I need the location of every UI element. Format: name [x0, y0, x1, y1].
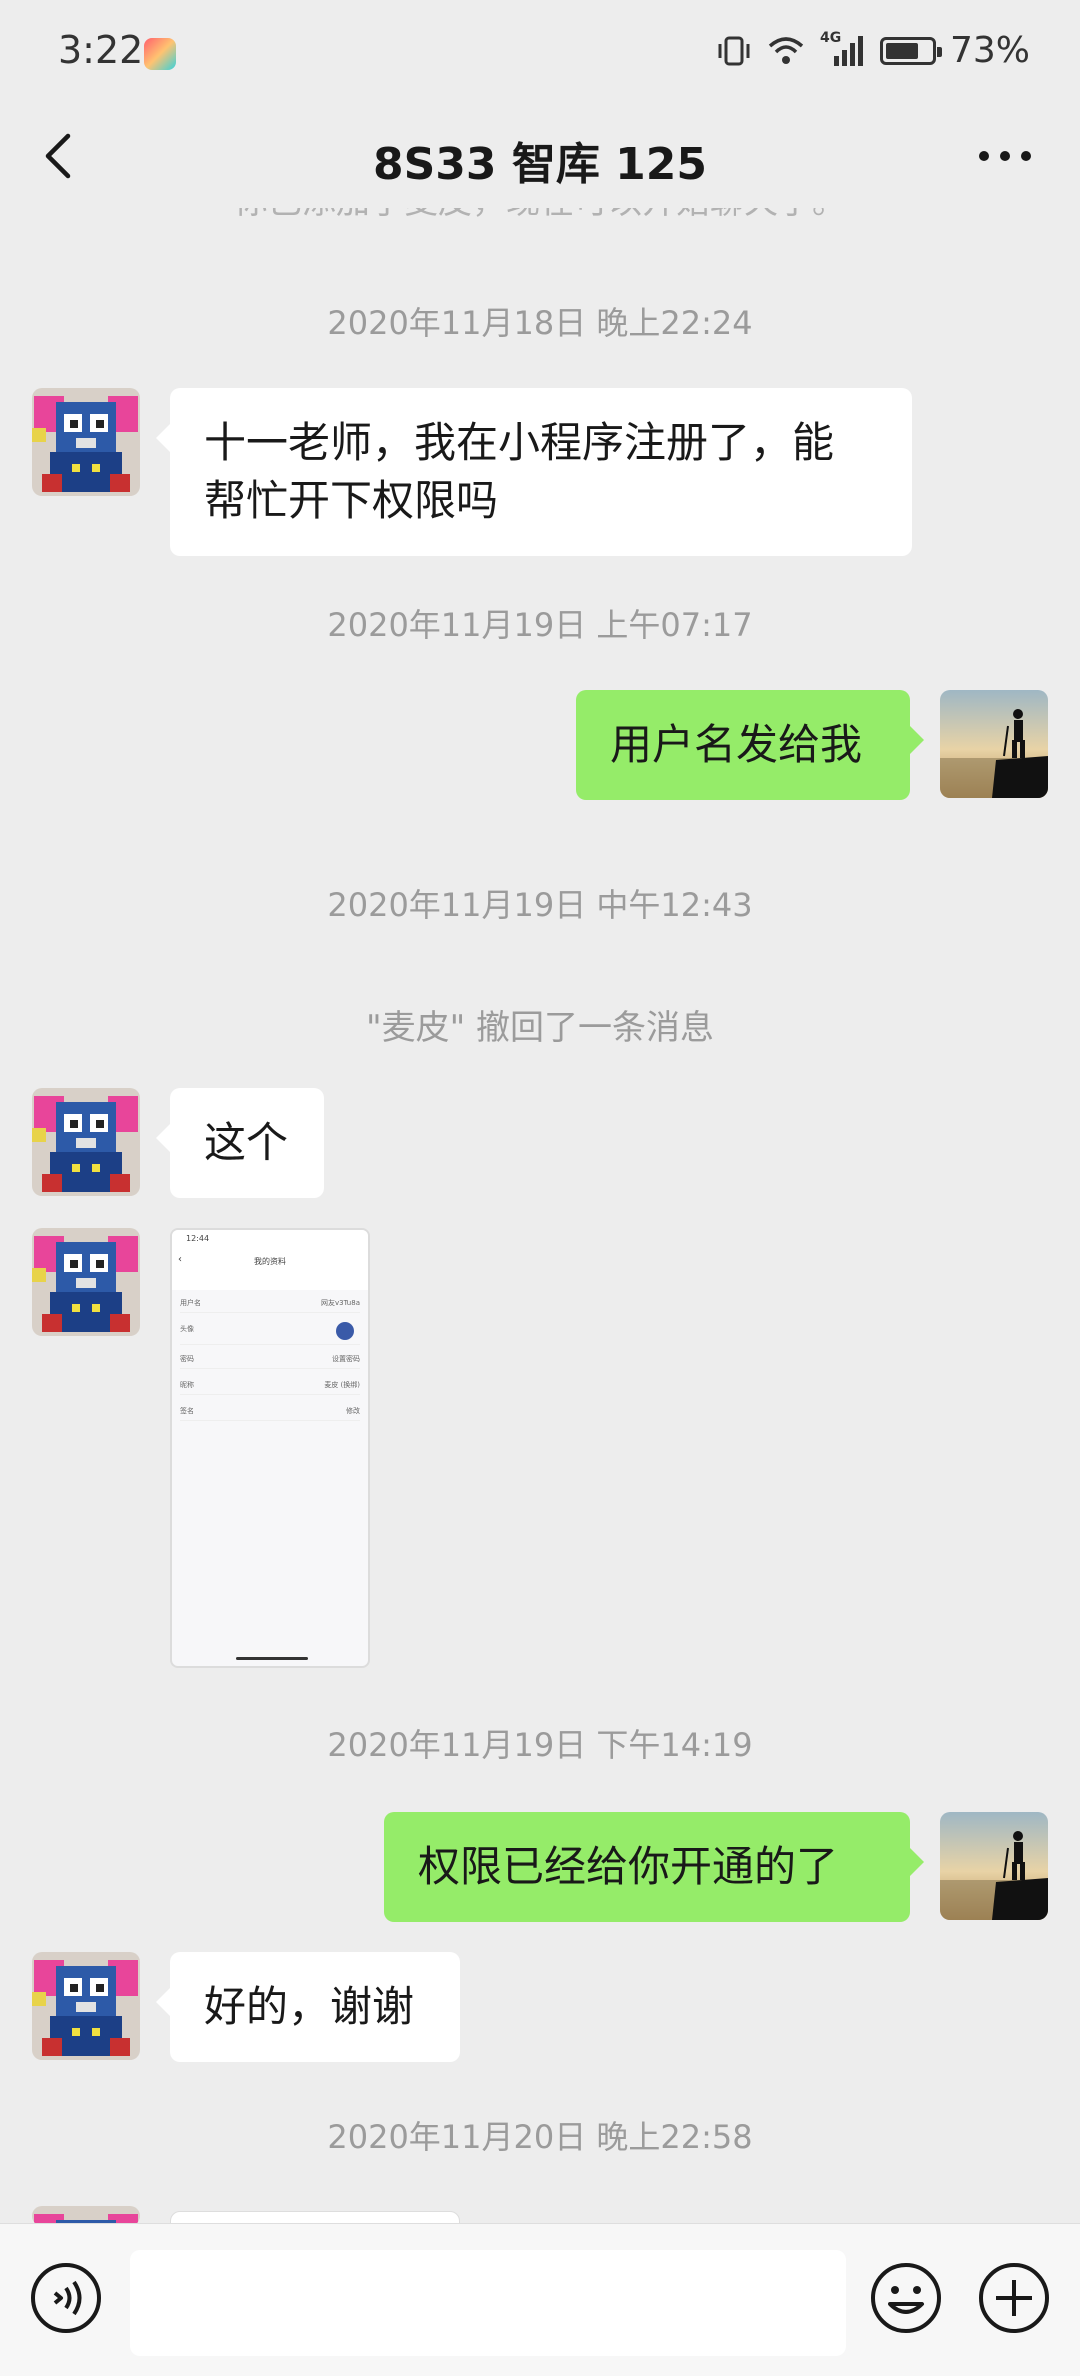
- message-text: 这个: [204, 1118, 289, 1167]
- robot-mouse-avatar-icon: [32, 2206, 140, 2223]
- message-input[interactable]: [130, 2250, 846, 2356]
- row-value: 设置密码: [332, 1355, 360, 1363]
- add-more-icon[interactable]: [976, 2260, 1052, 2336]
- robot-mouse-avatar-icon: [32, 1228, 140, 1336]
- row-label: 用户名: [180, 1299, 201, 1307]
- screenshot-header: 12:44 我的资料 ‹: [172, 1230, 368, 1290]
- robot-mouse-avatar-icon: [32, 1088, 140, 1196]
- signal-icon: 4G: [820, 30, 866, 68]
- screenshot-row: 昵称 麦皮 (换绑): [180, 1376, 360, 1395]
- recall-notice: "麦皮" 撤回了一条消息: [365, 1008, 715, 1048]
- more-options-icon[interactable]: [970, 126, 1040, 186]
- screenshot-title: 我的资料: [254, 1257, 286, 1266]
- system-message-cut: 你已添加了麦皮，现在可以开始聊天了。: [0, 208, 1080, 223]
- timestamp: 2020年11月19日 中午12:43: [327, 886, 753, 924]
- message-bubble-sent[interactable]: 权限已经给你开通的了: [384, 1812, 924, 1922]
- vibrate-icon: [718, 36, 750, 65]
- timestamp: 2020年11月20日 晚上22:58: [327, 2118, 753, 2156]
- message-text: 权限已经给你开通的了: [418, 1842, 839, 1891]
- row-label: 头像: [180, 1325, 194, 1333]
- contact-avatar[interactable]: [32, 1952, 140, 2060]
- contact-avatar[interactable]: [32, 1088, 140, 1196]
- image-message-screenshot[interactable]: 12:44 我的资料 ‹ 用户名 网友v3Tu8a 头像 密码 设置密码 昵称 …: [170, 1228, 370, 1668]
- timestamp: 2020年11月19日 上午07:17: [327, 606, 753, 644]
- row-label: 密码: [180, 1355, 194, 1363]
- status-bar: 3:22 4G 73%: [0, 0, 1080, 104]
- screenshot-row: 头像: [180, 1320, 360, 1345]
- message-text: 用户名发给我: [610, 720, 863, 769]
- robot-mouse-avatar-icon: [32, 388, 140, 496]
- contact-avatar[interactable]: [32, 2206, 140, 2223]
- row-value: 网友v3Tu8a: [321, 1299, 360, 1307]
- chat-header: 8S33 智库 125: [0, 104, 1080, 208]
- voice-input-icon[interactable]: [28, 2260, 104, 2336]
- chat-title: 8S33 智库 125: [372, 139, 708, 190]
- timestamp: 2020年11月19日 下午14:19: [327, 1726, 753, 1764]
- screenshot-time: 12:44: [186, 1234, 210, 1243]
- status-time: 3:22: [58, 28, 144, 72]
- row-label: 昵称: [180, 1381, 194, 1389]
- contact-avatar[interactable]: [32, 1228, 140, 1336]
- my-avatar[interactable]: [940, 1812, 1048, 1920]
- battery-icon: [879, 36, 942, 65]
- emoji-icon[interactable]: [868, 2260, 944, 2336]
- hiker-sunset-avatar-icon: [940, 1812, 1048, 1920]
- battery-level: [885, 42, 918, 59]
- partial-card-message[interactable]: [170, 2211, 460, 2223]
- row-value: 修改: [346, 1407, 360, 1415]
- mini-avatar-icon: [336, 1322, 354, 1340]
- screenshot-row: 签名 修改: [180, 1402, 360, 1421]
- message-text: 好的，谢谢: [204, 1982, 415, 2031]
- message-list[interactable]: 你已添加了麦皮，现在可以开始聊天了。 2020年11月18日 晚上22:24 十…: [0, 208, 1080, 2223]
- app-notification-icon: [144, 38, 176, 70]
- home-indicator: [236, 1657, 308, 1660]
- message-bubble-received[interactable]: 好的，谢谢: [156, 1952, 460, 2062]
- wifi-icon: [768, 36, 804, 64]
- my-avatar[interactable]: [940, 690, 1048, 798]
- status-indicators: 4G 73%: [716, 30, 1030, 71]
- battery-percent: 73%: [949, 30, 1030, 71]
- hiker-sunset-avatar-icon: [940, 690, 1048, 798]
- message-bubble-sent[interactable]: 用户名发给我: [576, 690, 924, 800]
- message-text-line: 十一老师，我在小程序注册了，能: [204, 418, 835, 467]
- input-bar: [0, 2223, 1080, 2376]
- message-bubble-received[interactable]: 这个: [156, 1088, 324, 1198]
- contact-avatar[interactable]: [32, 388, 140, 496]
- screenshot-row: 密码 设置密码: [180, 1350, 360, 1369]
- timestamp: 2020年11月18日 晚上22:24: [327, 304, 753, 342]
- row-label: 签名: [180, 1407, 194, 1415]
- message-text-line: 帮忙开下权限吗: [204, 476, 499, 525]
- screenshot-row: 用户名 网友v3Tu8a: [180, 1294, 360, 1313]
- robot-mouse-avatar-icon: [32, 1952, 140, 2060]
- message-bubble-received[interactable]: 十一老师，我在小程序注册了，能 帮忙开下权限吗: [156, 388, 912, 556]
- screenshot-back-icon: ‹: [178, 1254, 182, 1265]
- row-value: 麦皮 (换绑): [324, 1381, 360, 1389]
